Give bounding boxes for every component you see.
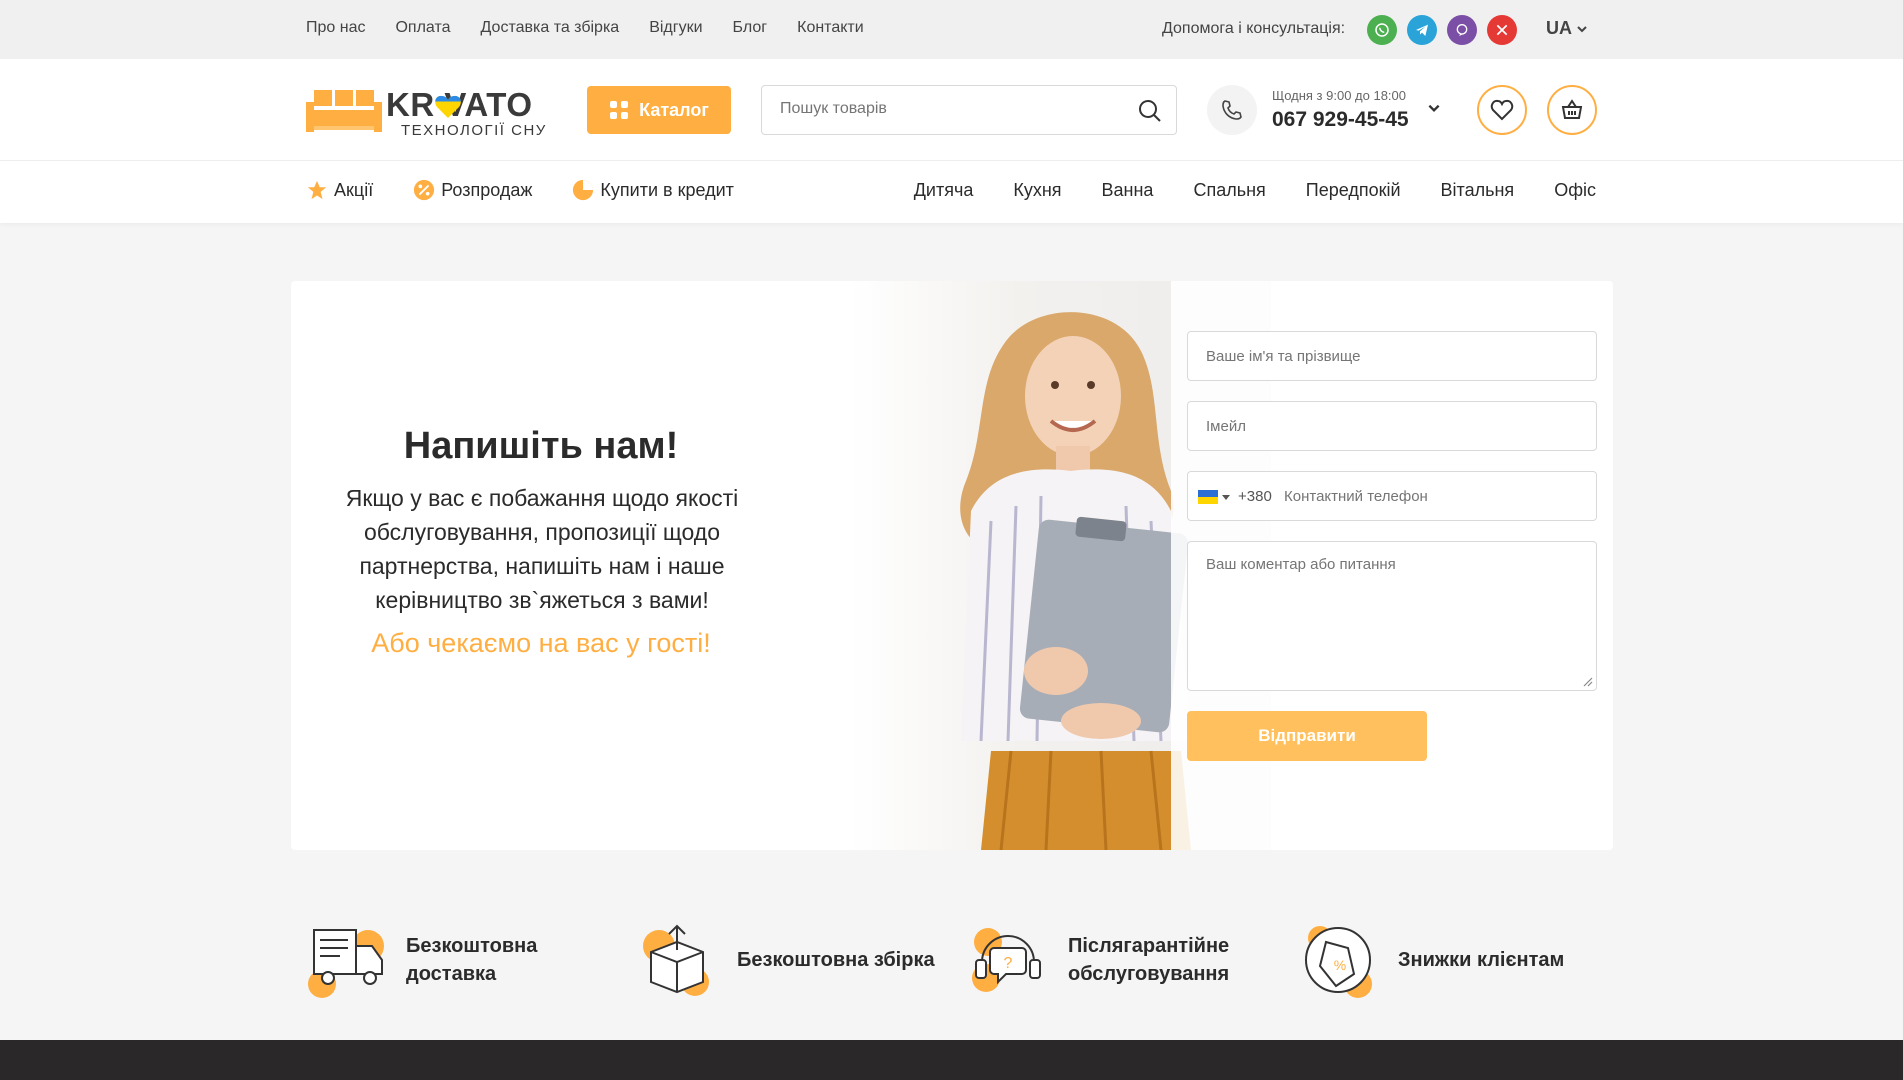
work-hours: Щодня з 9:00 до 18:00 (1272, 88, 1406, 103)
nav-item-bedroom[interactable]: Спальня (1193, 180, 1265, 201)
language-selector[interactable]: UA (1546, 18, 1588, 39)
benefit-label: Післягарантійне обслуговування (1068, 935, 1230, 985)
top-link-payment[interactable]: Оплата (395, 19, 450, 37)
nav-label-promotions: Акції (334, 179, 374, 200)
phone-field: +380 (1187, 471, 1597, 521)
top-link-about[interactable]: Про нас (306, 19, 365, 37)
hero-accent: Або чекаємо на вас у гості! (371, 628, 711, 658)
heart-icon (1490, 99, 1514, 121)
comment-textarea[interactable] (1206, 556, 1582, 676)
caret-down-icon (1222, 495, 1230, 500)
benefit-delivery: Безкоштовна доставка (306, 920, 546, 1000)
basket-icon (1561, 99, 1583, 119)
wishlist-button[interactable] (1477, 85, 1527, 135)
whatsapp-icon[interactable] (1367, 15, 1397, 45)
phone-icon (1207, 85, 1257, 135)
nav-item-hallway[interactable]: Передпокій (1306, 180, 1401, 201)
header: KR VATO ТЕХНОЛОГІЇ СНУ Каталог Щодня з 9… (0, 59, 1903, 161)
nav-item-office[interactable]: Офіс (1554, 180, 1596, 201)
nav-item-credit[interactable]: Купити в кредит (572, 179, 734, 201)
top-nav: Про нас Оплата Доставка та збірка Відгук… (306, 19, 864, 37)
benefit-label: Знижки клієнтам (1398, 949, 1565, 971)
name-input[interactable] (1206, 348, 1576, 365)
chevron-down-icon[interactable] (1427, 101, 1441, 115)
nav-label-credit: Купити в кредит (600, 179, 734, 200)
svg-text:?: ? (1004, 955, 1013, 972)
country-selector[interactable] (1198, 490, 1230, 504)
nav-item-promotions[interactable]: Акції (306, 179, 373, 201)
grid-icon (610, 101, 629, 119)
main-nav: Акції Розпродаж Купити в кредит Дитяча К… (0, 161, 1903, 223)
help-label: Допомога і консультація: (1162, 20, 1346, 37)
benefit-label: Безкоштовна доставка (406, 935, 538, 985)
catalog-label: Каталог (639, 99, 709, 120)
benefit-assembly: Безкоштовна збірка (637, 920, 935, 1000)
phone-prefix: +380 (1238, 488, 1272, 505)
discount-tag-icon: % (1305, 926, 1372, 998)
nav-item-living-room[interactable]: Вітальня (1441, 180, 1515, 201)
chevron-down-icon (1577, 25, 1587, 32)
delivery-truck-icon (308, 929, 384, 998)
cart-button[interactable] (1547, 85, 1597, 135)
top-link-reviews[interactable]: Відгуки (649, 19, 702, 37)
sofa-logo-icon (306, 90, 382, 132)
nav-item-bathroom[interactable]: Ванна (1102, 180, 1154, 201)
top-bar: Про нас Оплата Доставка та збірка Відгук… (0, 0, 1903, 59)
email-input[interactable] (1206, 418, 1576, 435)
x-icon[interactable] (1487, 15, 1517, 45)
support-headset-icon: ? (972, 928, 1041, 992)
catalog-button[interactable]: Каталог (587, 86, 731, 134)
top-link-delivery[interactable]: Доставка та збірка (481, 19, 620, 37)
benefit-label: Безкоштовна збірка (737, 949, 935, 971)
nav-label-sale: Розпродаж (441, 179, 533, 200)
search-box (761, 85, 1177, 135)
submit-button[interactable]: Відправити (1187, 711, 1427, 761)
search-input[interactable] (780, 100, 1120, 118)
comment-field (1187, 541, 1597, 691)
percent-icon (414, 179, 435, 201)
language-label: UA (1546, 18, 1572, 38)
box-assembly-icon (643, 924, 709, 996)
hero-body: Якщо у вас є побажання щодо якості обслу… (345, 485, 739, 613)
logo[interactable]: KR VATO ТЕХНОЛОГІЇ СНУ (306, 86, 558, 139)
hero-text: Напишіть нам! Якщо у вас є побажання щод… (291, 281, 791, 850)
nav-item-sale[interactable]: Розпродаж (413, 179, 532, 201)
hero-title: Напишіть нам! (403, 425, 679, 467)
phone-number[interactable]: 067 929-45-45 (1272, 108, 1409, 132)
resize-handle-icon[interactable] (1581, 675, 1593, 687)
telegram-icon[interactable] (1407, 15, 1437, 45)
contact-card: Напишіть нам! Якщо у вас є побажання щод… (291, 281, 1613, 850)
social-links (1367, 15, 1517, 45)
pie-icon (573, 179, 594, 201)
footer (0, 1040, 1903, 1080)
svg-text:%: % (1334, 957, 1346, 973)
nav-item-kids[interactable]: Дитяча (914, 180, 974, 201)
phone-input[interactable] (1284, 488, 1574, 505)
email-field (1187, 401, 1597, 451)
logo-subtitle: ТЕХНОЛОГІЇ СНУ (401, 122, 547, 139)
search-icon[interactable] (1138, 99, 1162, 123)
top-link-blog[interactable]: Блог (733, 19, 768, 37)
ukraine-flag-icon (1198, 490, 1218, 504)
benefit-support: ? Післягарантійне обслуговування (968, 920, 1238, 1000)
nav-item-kitchen[interactable]: Кухня (1013, 180, 1061, 201)
star-icon (307, 180, 327, 200)
viber-icon[interactable] (1447, 15, 1477, 45)
heart-flag-icon (435, 95, 461, 118)
name-field (1187, 331, 1597, 381)
top-link-contacts[interactable]: Контакти (797, 19, 864, 37)
benefit-discounts: % Знижки клієнтам (1298, 920, 1564, 1000)
